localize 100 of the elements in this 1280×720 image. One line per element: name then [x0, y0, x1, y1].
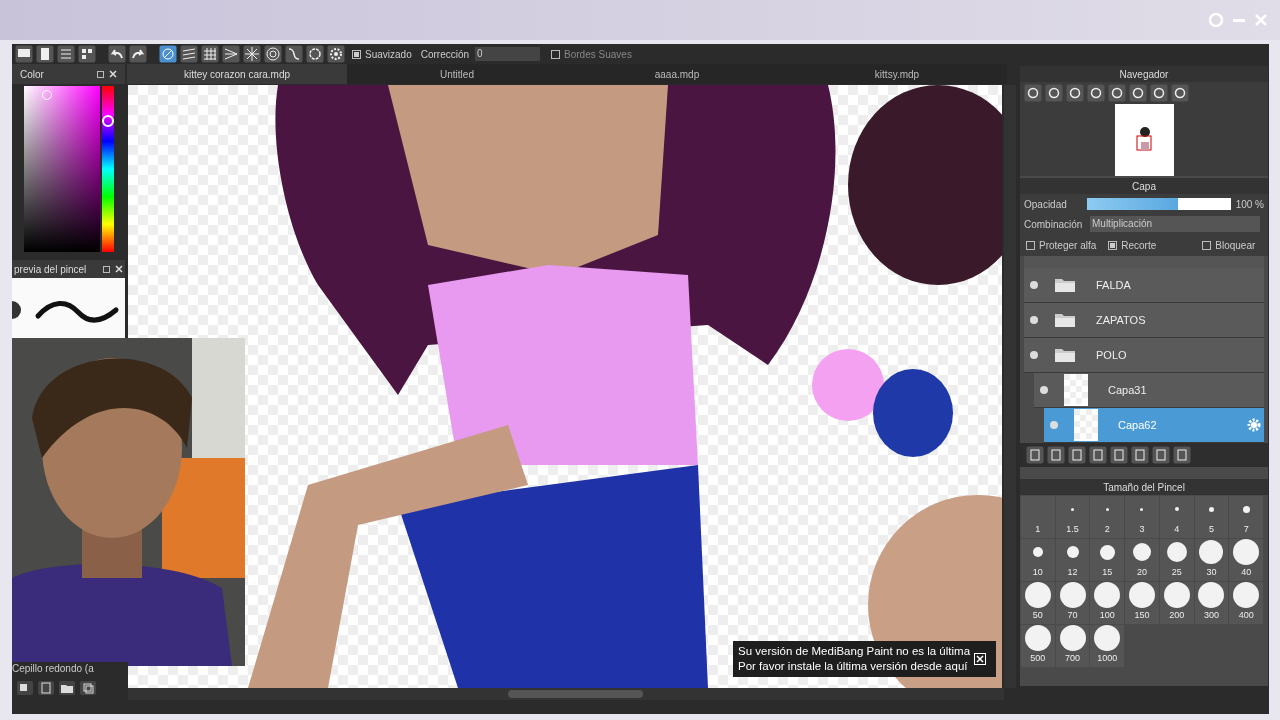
brush-size-option[interactable]: 500	[1021, 625, 1055, 667]
radial-lines-icon[interactable]	[243, 45, 261, 63]
layer-name: FALDA	[1096, 277, 1132, 293]
size-label: 100	[1099, 608, 1115, 622]
size-label: 5	[1208, 522, 1214, 536]
checkbox[interactable]	[1108, 240, 1118, 250]
size-label: 30	[1206, 565, 1217, 579]
brush-size-option[interactable]: 4	[1159, 496, 1194, 538]
brush-size-option[interactable]: 3	[1125, 496, 1159, 538]
brush-size-option[interactable]: 10	[1021, 539, 1055, 581]
brush-size-option[interactable]: 20	[1125, 539, 1159, 581]
size-label: 200	[1169, 608, 1185, 622]
brush-size-option[interactable]: 70	[1055, 582, 1090, 624]
size-label: 7	[1243, 522, 1249, 536]
color-picker[interactable]	[24, 86, 100, 252]
layer-row[interactable]: POLO	[1024, 338, 1264, 373]
document-tab[interactable]: aaaa.mdp	[567, 64, 787, 84]
size-label: 300	[1203, 608, 1219, 622]
visibility-icon[interactable]	[1040, 386, 1048, 394]
brush-size-option[interactable]: 50	[1021, 582, 1055, 624]
brush-size-option[interactable]: 100	[1090, 582, 1125, 624]
layer-name: ZAPATOS	[1096, 312, 1147, 328]
fan-lines-icon[interactable]	[222, 45, 240, 63]
brush-size-option[interactable]: 1.5	[1055, 496, 1090, 538]
brush-size-option[interactable]: 30	[1194, 539, 1229, 581]
size-label: 15	[1102, 565, 1113, 579]
layer-row[interactable]: ZAPATOS	[1024, 303, 1264, 338]
redo-icon[interactable]	[129, 45, 147, 63]
checkbox[interactable]	[352, 49, 361, 59]
size-label: 25	[1171, 565, 1182, 579]
copy-icon[interactable]	[79, 680, 97, 696]
curve-icon[interactable]	[285, 45, 303, 63]
hue-slider[interactable]	[102, 86, 114, 252]
brush-size-option[interactable]: 700	[1055, 625, 1090, 667]
circle-icon[interactable]	[306, 45, 324, 63]
correction-dropdown[interactable]: 0	[475, 47, 541, 61]
brush-size-option[interactable]: 15	[1090, 539, 1125, 581]
close-icon[interactable]	[109, 70, 117, 78]
list-icon[interactable]	[57, 45, 75, 63]
brush-size-option[interactable]: 25	[1159, 539, 1194, 581]
blend-dropdown[interactable]: Multiplicación	[1090, 216, 1260, 232]
grid-icon[interactable]	[78, 45, 96, 63]
undock-icon[interactable]	[103, 265, 111, 273]
document-tab[interactable]: kittsy.mdp	[787, 64, 1007, 84]
brush-size-option[interactable]: 1	[1021, 496, 1055, 538]
brush-size-option[interactable]: 150	[1125, 582, 1159, 624]
option-label: Bloquear	[1215, 238, 1256, 253]
panel-title: Color	[20, 67, 44, 82]
layer-name: Capa31	[1108, 382, 1148, 398]
brush-size-option[interactable]: 200	[1159, 582, 1194, 624]
option-label: Proteger alfa	[1039, 238, 1097, 253]
brush-size-option[interactable]: 12	[1055, 539, 1090, 581]
no-ruler-icon[interactable]	[159, 45, 177, 63]
brush-size-option[interactable]: 2	[1090, 496, 1125, 538]
checkbox[interactable]	[1026, 240, 1035, 250]
brush-size-option[interactable]: 1000	[1090, 625, 1125, 667]
brush-size-option[interactable]: 300	[1194, 582, 1229, 624]
size-label: 20	[1137, 565, 1147, 579]
visibility-icon[interactable]	[1030, 351, 1038, 359]
brush-size-option[interactable]: 5	[1194, 496, 1229, 538]
panel-title: Capa	[1132, 179, 1156, 194]
panel-title: Navegador	[1119, 67, 1169, 82]
brush-size-option[interactable]: 40	[1229, 539, 1263, 581]
layer-row[interactable]: FALDA	[1024, 268, 1264, 303]
layer-name: POLO	[1096, 347, 1128, 363]
settings-icon[interactable]	[327, 45, 345, 63]
hue-thumb-icon[interactable]	[102, 115, 114, 128]
size-label: 500	[1030, 651, 1046, 665]
size-label: 50	[1032, 608, 1043, 622]
visibility-icon[interactable]	[1030, 316, 1038, 324]
panel-title: previa del pincel	[14, 262, 87, 277]
checkbox[interactable]	[551, 49, 561, 59]
document-tab[interactable]: kittey corazon cara.mdp	[127, 64, 347, 84]
document-tab[interactable]: Untitled	[347, 64, 567, 84]
brush-size-option[interactable]: 7	[1229, 496, 1263, 538]
undo-icon[interactable]	[108, 45, 126, 63]
parallel-lines-icon[interactable]	[180, 45, 198, 63]
undock-icon[interactable]	[97, 70, 105, 78]
layer-row[interactable]: Capa31	[1034, 373, 1264, 408]
checkbox[interactable]	[1202, 240, 1212, 250]
size-label: 10	[1032, 565, 1043, 579]
size-label: 150	[1134, 608, 1150, 622]
opacity-label: Opacidad	[1024, 197, 1068, 212]
comment-icon[interactable]	[15, 45, 33, 63]
close-icon[interactable]	[115, 265, 123, 273]
opacity-slider[interactable]	[1087, 198, 1231, 210]
layer-thumbnail	[1074, 409, 1098, 441]
layer-option-icon[interactable]	[16, 680, 34, 696]
visibility-icon[interactable]	[1030, 281, 1038, 289]
smoothing-label: Suavizado	[365, 47, 412, 62]
horizontal-scrollbar[interactable]	[128, 688, 1004, 700]
navigator-thumbnail[interactable]	[1114, 104, 1174, 176]
brush-size-option[interactable]: 400	[1229, 582, 1263, 624]
document-icon[interactable]	[37, 680, 55, 696]
crosshatch-icon[interactable]	[201, 45, 219, 63]
size-label: 700	[1065, 651, 1081, 665]
concentric-circles-icon[interactable]	[264, 45, 282, 63]
size-label: 3	[1139, 522, 1145, 536]
size-label: 40	[1241, 565, 1252, 579]
document-icon[interactable]	[36, 45, 54, 63]
